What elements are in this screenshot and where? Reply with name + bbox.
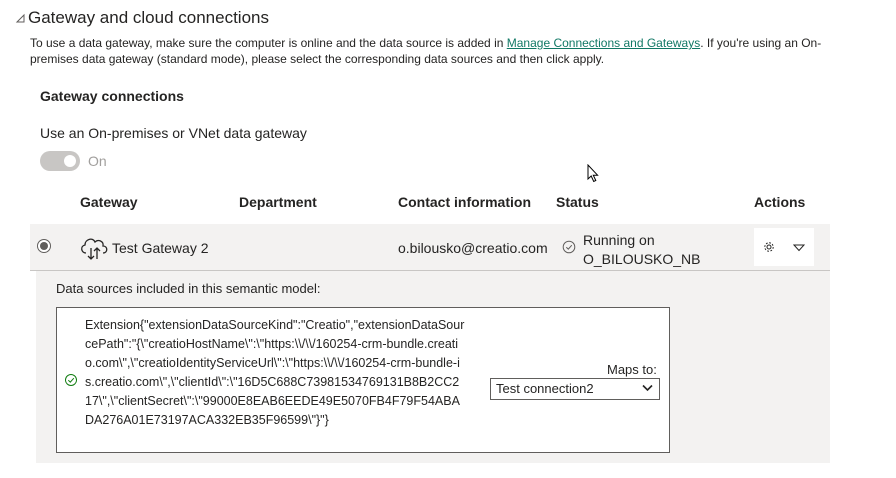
status-line-1: Running on	[583, 232, 655, 248]
mouse-cursor-icon	[587, 164, 599, 183]
connection-select-value: Test connection2	[496, 381, 594, 396]
status-line-2: O_BILOUSKO_NB	[583, 251, 701, 267]
column-header-contact: Contact information	[398, 194, 531, 210]
manage-connections-link[interactable]: Manage Connections and Gateways	[507, 36, 700, 50]
cloud-gateway-icon	[81, 238, 108, 260]
connection-select[interactable]: Test connection2	[490, 378, 660, 400]
status-text: Running on O_BILOUSKO_NB	[583, 231, 701, 269]
column-header-status: Status	[556, 194, 599, 210]
description-text-before: To use a data gateway, make sure the com…	[30, 36, 507, 50]
gear-icon[interactable]	[762, 240, 776, 254]
gateway-radio[interactable]	[37, 239, 51, 253]
contact-value: o.bilousko@creatio.com	[398, 240, 548, 256]
gateway-connections-heading: Gateway connections	[40, 88, 184, 104]
status-check-icon	[562, 240, 576, 254]
toggle-state-label: On	[88, 153, 107, 169]
collapse-triangle-icon[interactable]	[14, 12, 26, 24]
toggle-knob	[64, 155, 76, 167]
section-header[interactable]: Gateway and cloud connections	[14, 8, 269, 28]
section-title: Gateway and cloud connections	[28, 8, 269, 27]
select-chevron-icon	[642, 384, 653, 392]
gateway-name: Test Gateway 2	[112, 240, 209, 256]
chevron-down-icon[interactable]	[793, 244, 805, 252]
gateway-toggle[interactable]	[40, 151, 80, 171]
column-header-department: Department	[239, 194, 317, 210]
section-description: To use a data gateway, make sure the com…	[30, 35, 830, 67]
source-check-icon	[65, 374, 77, 386]
data-source-path: Extension{"extensionDataSourceKind":"Cre…	[85, 318, 465, 427]
data-sources-label: Data sources included in this semantic m…	[56, 281, 321, 296]
gateway-toggle-label: Use an On-premises or VNet data gateway	[40, 125, 307, 141]
maps-to-label: Maps to:	[607, 362, 657, 377]
column-header-gateway: Gateway	[80, 194, 138, 210]
column-header-actions: Actions	[754, 194, 806, 210]
